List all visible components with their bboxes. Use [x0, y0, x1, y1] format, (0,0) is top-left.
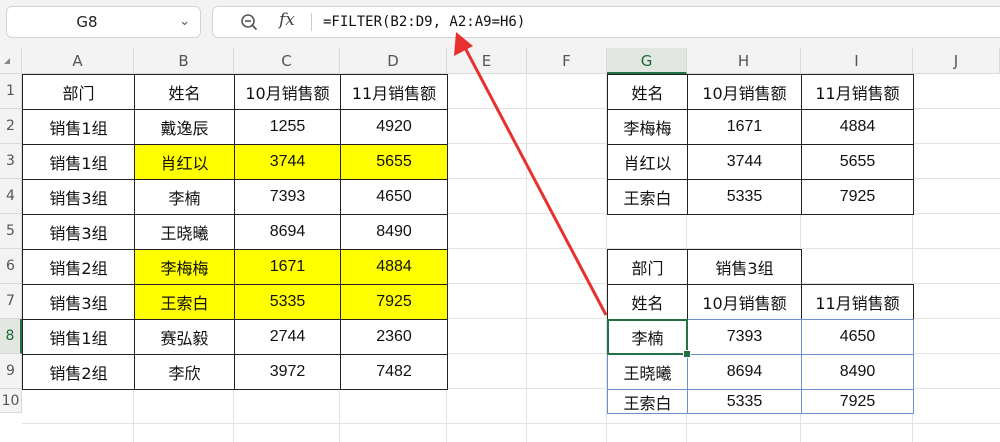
annotation-arrow: [454, 32, 608, 316]
arrow-head: [454, 32, 473, 56]
arrow-line: [460, 41, 608, 316]
